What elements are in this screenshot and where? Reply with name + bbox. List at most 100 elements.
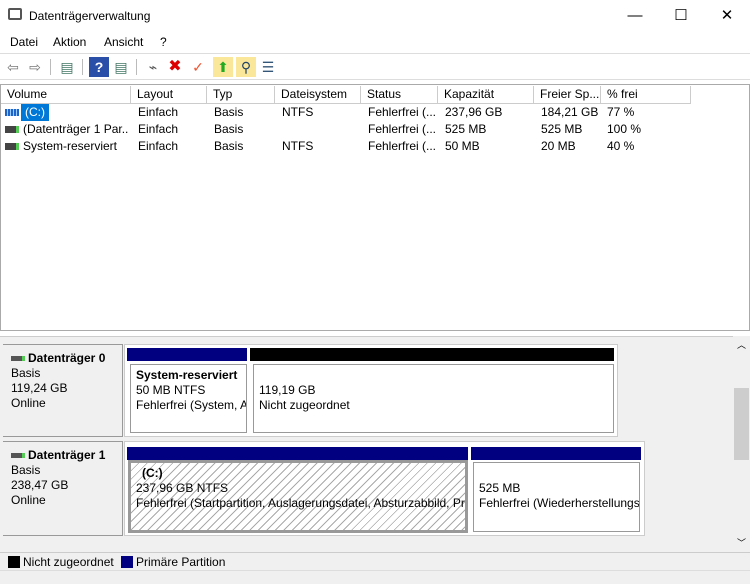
table-row[interactable]: System-reserviert Einfach Basis NTFS Feh… <box>1 138 749 155</box>
connect-drive-icon[interactable]: ⌁ <box>143 57 163 77</box>
cell-typ: Basis <box>214 139 244 153</box>
column-header-volume[interactable]: Volume <box>1 86 131 104</box>
cell-dateisystem: NTFS <box>282 139 314 153</box>
cell-dateisystem: NTFS <box>282 105 314 119</box>
drive-icon <box>5 143 19 150</box>
cell-layout: Einfach <box>138 122 179 136</box>
forward-icon[interactable]: ⇨ <box>25 57 45 77</box>
column-header-typ[interactable]: Typ <box>207 86 275 104</box>
show-hide-console-tree-icon[interactable]: ▤ <box>57 57 77 77</box>
disk-icon <box>11 356 25 362</box>
partition-status: Nicht zugeordnet <box>259 398 350 412</box>
cell-volume: System-reserviert <box>23 139 118 153</box>
cell-typ: Basis <box>214 105 244 119</box>
partition-size: 50 MB NTFS <box>136 383 206 397</box>
primary-partition-bar <box>471 447 641 460</box>
check-icon[interactable]: ✓ <box>188 57 208 77</box>
back-icon[interactable]: ⇦ <box>3 57 23 77</box>
cell-kapazitaet: 50 MB <box>445 139 480 153</box>
disk-0-label[interactable]: Datenträger 0 Basis 119,24 GB Online <box>3 344 123 437</box>
cell-status: Fehlerfrei (... <box>368 122 437 136</box>
maximize-button[interactable]: ☐ <box>658 0 704 32</box>
menu-bar: Datei Aktion Ansicht ? <box>0 32 750 52</box>
legend-swatch-unallocated <box>8 556 20 568</box>
legend-swatch-primary <box>121 556 133 568</box>
partition-title: System-reserviert <box>136 368 238 382</box>
title-bar: Datenträgerverwaltung — ☐ ✕ <box>0 0 750 32</box>
cell-volume: (C:) <box>21 104 49 121</box>
menu-aktion[interactable]: Aktion <box>53 35 86 49</box>
menu-help[interactable]: ? <box>160 35 167 49</box>
separator <box>50 59 51 75</box>
disk-map-pane: Datenträger 0 Basis 119,24 GB Online Sys… <box>0 336 750 552</box>
partition-c[interactable]: (C:) 237,96 GB NTFS Fehlerfrei (Startpar… <box>128 460 468 533</box>
disk-size: 238,47 GB <box>11 478 69 492</box>
disk-1-label[interactable]: Datenträger 1 Basis 238,47 GB Online <box>3 441 123 536</box>
window-title: Datenträgerverwaltung <box>29 9 151 23</box>
vertical-scrollbar[interactable]: ︿ ﹀ <box>733 336 750 552</box>
status-bar <box>0 570 750 584</box>
drive-icon <box>5 126 19 133</box>
cell-status: Fehlerfrei (... <box>368 139 437 153</box>
disk-name: Datenträger 0 <box>28 351 106 365</box>
cell-freier-speicher: 20 MB <box>541 139 576 153</box>
disk-state: Online <box>11 396 46 410</box>
cell-typ: Basis <box>214 122 244 136</box>
scroll-down-icon[interactable]: ﹀ <box>737 536 746 549</box>
cell-layout: Einfach <box>138 139 179 153</box>
separator <box>136 59 137 75</box>
properties-icon[interactable]: ☰ <box>258 57 278 77</box>
cell-volume: (Datenträger 1 Par... <box>23 122 129 136</box>
cell-freier-speicher: 525 MB <box>541 122 583 136</box>
table-row[interactable]: (C:) Einfach Basis NTFS Fehlerfrei (... … <box>1 104 749 121</box>
separator <box>82 59 83 75</box>
disk-name: Datenträger 1 <box>28 448 106 462</box>
column-header-kapazitaet[interactable]: Kapazität <box>438 86 534 104</box>
partition-size: 237,96 GB NTFS <box>136 481 229 495</box>
cell-prozent-frei: 100 % <box>607 122 642 136</box>
column-header-dateisystem[interactable]: Dateisystem <box>275 86 361 104</box>
cell-kapazitaet: 525 MB <box>445 122 487 136</box>
scroll-up-icon[interactable]: ︿ <box>737 338 746 351</box>
cell-layout: Einfach <box>138 105 179 119</box>
folder-up-icon[interactable]: ⬆ <box>213 57 233 77</box>
partition-status: Fehlerfrei (Startpartition, Auslagerungs… <box>136 496 468 510</box>
disk-state: Online <box>11 493 46 507</box>
disk-type: Basis <box>11 366 41 380</box>
app-icon <box>8 8 22 20</box>
show-action-pane-icon[interactable]: ▤ <box>111 57 131 77</box>
column-header-layout[interactable]: Layout <box>131 86 207 104</box>
minimize-button[interactable]: — <box>612 0 658 32</box>
partition-size: 525 MB <box>479 481 521 495</box>
cell-status: Fehlerfrei (... <box>368 105 437 119</box>
menu-datei[interactable]: Datei <box>10 35 38 49</box>
partition-status: Fehlerfrei (Wiederherstellungs <box>479 496 640 510</box>
table-row[interactable]: (Datenträger 1 Par... Einfach Basis Fehl… <box>1 121 749 138</box>
column-header-status[interactable]: Status <box>361 86 438 104</box>
toolbar: ⇦ ⇨ ▤ ? ▤ ⌁ ✖ ✓ ⬆ ⚲ ☰ <box>0 53 750 80</box>
cell-kapazitaet: 237,96 GB <box>445 105 503 119</box>
partition-unallocated[interactable]: 119,19 GB Nicht zugeordnet <box>253 364 614 433</box>
primary-partition-bar <box>127 447 468 460</box>
legend-label-unallocated: Nicht zugeordnet <box>23 555 114 569</box>
volume-list: Volume Layout Typ Dateisystem Status Kap… <box>0 84 750 331</box>
column-header-freier-speicher[interactable]: Freier Sp... <box>534 86 601 104</box>
legend-label-primary: Primäre Partition <box>136 555 226 569</box>
legend: Nicht zugeordnet Primäre Partition <box>0 552 750 570</box>
close-button[interactable]: ✕ <box>704 0 750 32</box>
help-icon[interactable]: ? <box>89 57 109 77</box>
partition-system-reserviert[interactable]: System-reserviert 50 MB NTFS Fehlerfrei … <box>130 364 247 433</box>
column-header-prozent-frei[interactable]: % frei <box>601 86 691 104</box>
partition-size: 119,19 GB <box>259 383 316 397</box>
partition-title: (C:) <box>142 466 163 480</box>
disk-icon <box>11 453 25 459</box>
disk-type: Basis <box>11 463 41 477</box>
folder-search-icon[interactable]: ⚲ <box>236 57 256 77</box>
partition-status: Fehlerfrei (System, A <box>136 398 247 412</box>
menu-ansicht[interactable]: Ansicht <box>104 35 143 49</box>
volume-icon <box>5 109 19 116</box>
disk-size: 119,24 GB <box>11 381 68 395</box>
partition-recovery[interactable]: 525 MB Fehlerfrei (Wiederherstellungs <box>473 462 640 532</box>
scrollbar-thumb[interactable] <box>734 388 749 460</box>
delete-icon[interactable]: ✖ <box>165 57 185 77</box>
